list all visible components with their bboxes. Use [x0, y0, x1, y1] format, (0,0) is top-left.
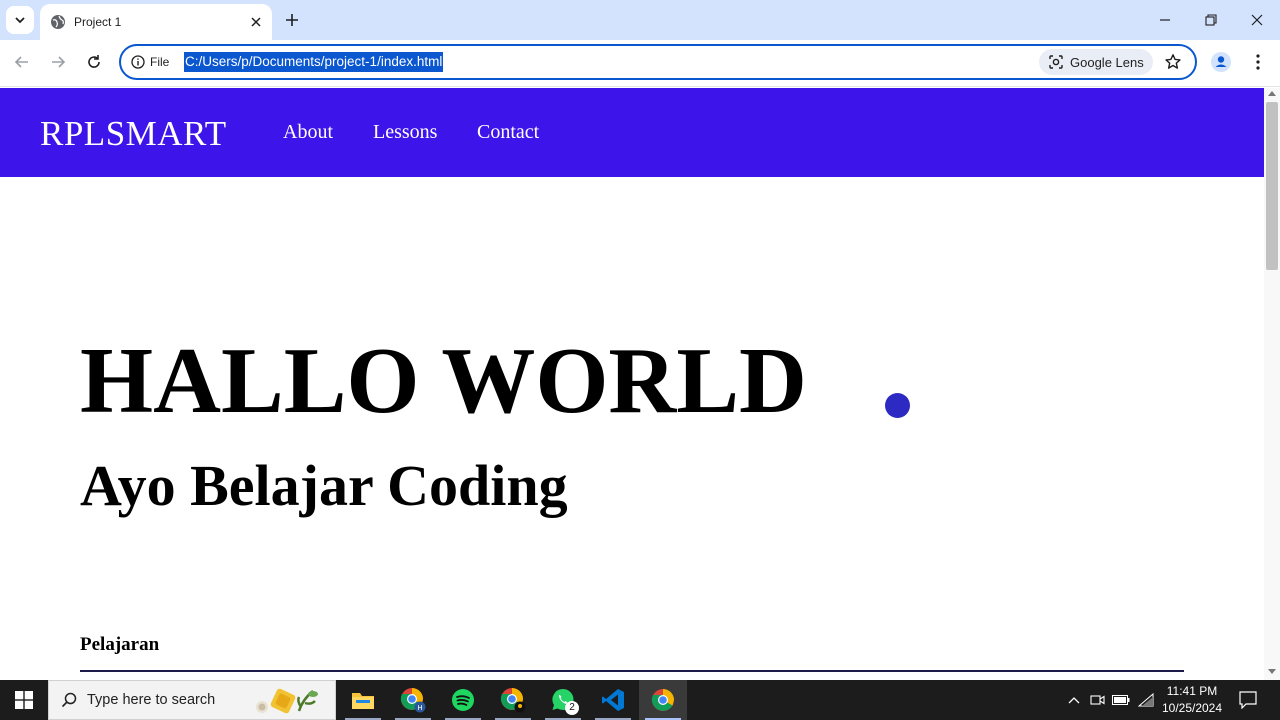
- tray-network[interactable]: [1136, 690, 1156, 710]
- whatsapp-notification-badge: 2: [565, 701, 579, 715]
- lens-icon: [1049, 55, 1063, 69]
- page-scrollbar[interactable]: [1264, 88, 1280, 680]
- site-navbar: RPLSMART About Lessons Contact: [0, 88, 1264, 177]
- more-vertical-icon: [1256, 54, 1260, 70]
- scheme-label: File: [150, 55, 170, 69]
- browser-menu-button[interactable]: [1246, 49, 1270, 75]
- tray-meet-button[interactable]: [1088, 690, 1108, 710]
- restore-button[interactable]: [1188, 4, 1234, 36]
- tab-title: Project 1: [74, 15, 122, 29]
- minimize-icon: [1160, 19, 1170, 21]
- vscode-icon: [602, 689, 624, 711]
- search-icon: [61, 692, 77, 708]
- star-icon: [1165, 54, 1181, 69]
- nav-link-contact[interactable]: Contact: [477, 121, 539, 144]
- section-divider: [80, 670, 1184, 672]
- hero-title: HALLO WORLD: [80, 329, 807, 433]
- tab-strip: Project 1: [0, 0, 1280, 40]
- chrome-icon: H: [400, 688, 426, 713]
- clock-time: 11:41 PM: [1166, 684, 1218, 698]
- chrome-icon: [651, 689, 674, 711]
- taskbar-file-explorer[interactable]: [339, 680, 387, 720]
- battery-icon: [1112, 695, 1130, 705]
- tray-overflow-button[interactable]: [1064, 690, 1084, 710]
- hero-subtitle: Ayo Belajar Coding: [80, 453, 568, 518]
- svg-text:H: H: [417, 704, 422, 712]
- chrome-icon: [500, 688, 526, 713]
- profile-button[interactable]: [1208, 49, 1234, 75]
- search-placeholder: Type here to search: [87, 692, 216, 708]
- reload-button[interactable]: [80, 48, 108, 76]
- browser-toolbar: File C:/Users/p/Documents/project-1/inde…: [0, 40, 1280, 87]
- site-info-button[interactable]: File: [131, 53, 169, 71]
- reload-icon: [88, 55, 100, 68]
- site-brand[interactable]: RPLSMART: [40, 114, 227, 154]
- tab-close-button[interactable]: [246, 12, 266, 32]
- minimize-button[interactable]: [1142, 4, 1188, 36]
- url-text[interactable]: C:/Users/p/Documents/project-1/index.htm…: [184, 52, 444, 72]
- notification-center-button[interactable]: [1236, 688, 1260, 712]
- scroll-thumb[interactable]: [1266, 102, 1278, 270]
- page-viewport: RPLSMART About Lessons Contact HALLO WOR…: [0, 88, 1280, 680]
- new-tab-button[interactable]: [280, 8, 304, 32]
- chevron-up-icon: [1068, 697, 1080, 704]
- avatar-icon: [1211, 52, 1231, 72]
- taskbar-chrome-active[interactable]: [639, 680, 687, 720]
- taskbar-whatsapp[interactable]: 2: [539, 680, 587, 720]
- windows-taskbar: Type here to search H 2 11:41 PM 10/25/2…: [0, 680, 1280, 720]
- forward-button[interactable]: [44, 48, 72, 76]
- camera-icon: [1090, 695, 1105, 705]
- spotify-icon: [452, 689, 474, 711]
- plus-icon: [286, 14, 298, 26]
- tab-search-button[interactable]: [6, 6, 34, 34]
- taskbar-spotify[interactable]: [439, 680, 487, 720]
- wifi-icon: [1138, 693, 1154, 707]
- hero-accent-dot: [885, 393, 910, 418]
- close-icon: [1251, 14, 1263, 26]
- google-lens-label: Google Lens: [1070, 54, 1144, 70]
- taskbar-chrome-profile-h[interactable]: H: [389, 680, 437, 720]
- chevron-down-icon: [15, 17, 25, 24]
- folder-icon: [352, 693, 374, 709]
- tray-battery[interactable]: [1111, 690, 1131, 710]
- arrow-left-icon: [14, 56, 28, 68]
- arrow-right-icon: [52, 56, 66, 68]
- back-button[interactable]: [8, 48, 36, 76]
- section-title: Pelajaran: [80, 634, 160, 655]
- browser-tab[interactable]: Project 1: [40, 4, 272, 40]
- scroll-down-arrow-icon[interactable]: [1268, 669, 1276, 674]
- taskbar-chrome-profile-2[interactable]: [489, 680, 537, 720]
- scroll-up-arrow-icon[interactable]: [1268, 91, 1276, 96]
- start-button[interactable]: [0, 680, 48, 720]
- window-close-button[interactable]: [1234, 4, 1280, 36]
- globe-icon: [51, 15, 65, 29]
- taskbar-search-box[interactable]: Type here to search: [48, 680, 336, 720]
- address-bar[interactable]: File C:/Users/p/Documents/project-1/inde…: [119, 44, 1197, 80]
- taskbar-vscode[interactable]: [589, 680, 637, 720]
- search-highlight-art-icon: [256, 688, 318, 714]
- notification-icon: [1239, 691, 1257, 709]
- close-icon: [251, 17, 261, 27]
- windows-logo-icon: [15, 691, 33, 709]
- info-icon: [131, 55, 145, 69]
- clock-date: 10/25/2024: [1161, 701, 1223, 715]
- nav-link-about[interactable]: About: [283, 121, 333, 144]
- taskbar-clock[interactable]: 11:41 PM 10/25/2024: [1156, 683, 1228, 717]
- nav-link-lessons[interactable]: Lessons: [373, 121, 437, 144]
- restore-icon: [1205, 14, 1217, 26]
- google-lens-button[interactable]: Google Lens: [1039, 49, 1153, 75]
- bookmark-button[interactable]: [1161, 50, 1185, 74]
